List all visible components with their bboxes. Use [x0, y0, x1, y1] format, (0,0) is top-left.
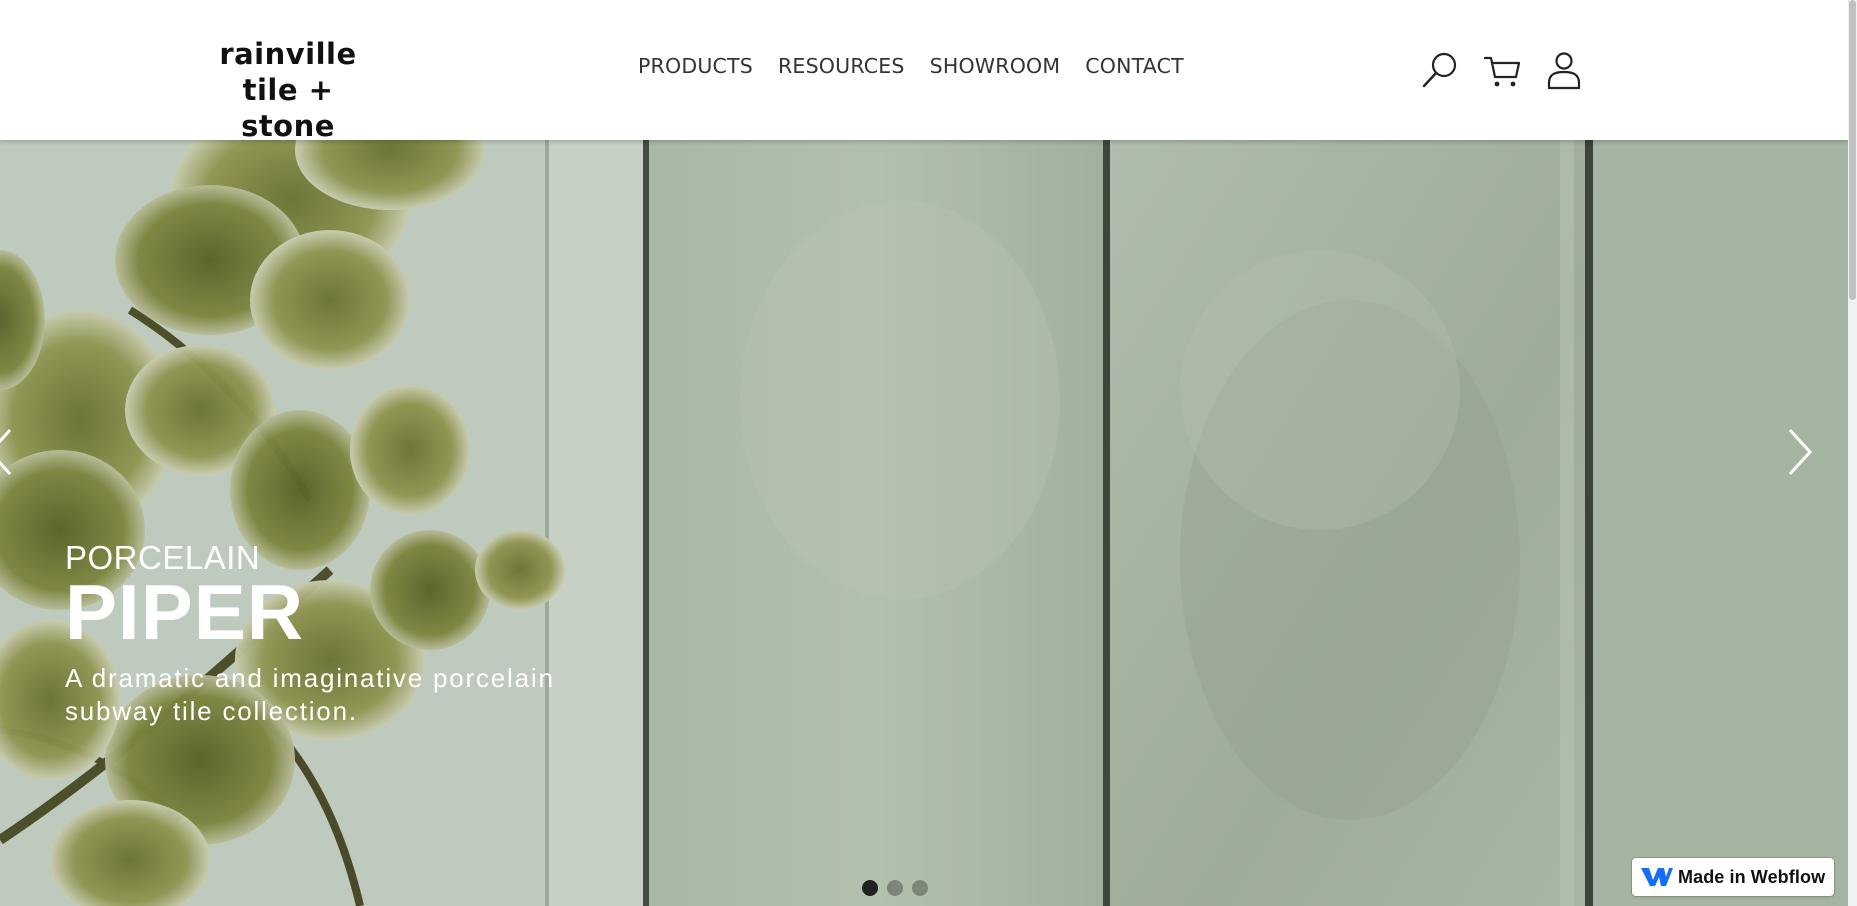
slider-prev-arrow[interactable]	[0, 422, 22, 482]
page-scrollbar[interactable]	[1848, 0, 1857, 906]
hero-caption: PORCELAIN PIPER A dramatic and imaginati…	[65, 540, 585, 728]
webflow-logo-icon	[1641, 868, 1673, 886]
hero-description: A dramatic and imaginative porcelain sub…	[65, 663, 555, 726]
hero-background-image	[0, 140, 1848, 906]
slider-dot-2[interactable]	[887, 880, 903, 896]
badge-label: Made in Webflow	[1678, 866, 1826, 887]
slider-dot-3[interactable]	[912, 880, 928, 896]
hero-slider: PORCELAIN PIPER A dramatic and imaginati…	[0, 140, 1848, 906]
nav-showroom[interactable]: SHOWROOM	[930, 54, 1061, 78]
account-icon[interactable]	[1544, 50, 1584, 90]
slider-next-arrow[interactable]	[1780, 422, 1820, 482]
slider-pagination	[862, 880, 928, 896]
hero-title: PIPER	[65, 568, 305, 656]
nav-contact[interactable]: CONTACT	[1085, 54, 1184, 78]
search-icon[interactable]	[1420, 50, 1460, 90]
slider-dot-1[interactable]	[862, 880, 878, 896]
logo-line-2: tile + stone	[241, 73, 335, 143]
main-nav: PRODUCTS RESOURCES SHOWROOM CONTACT	[638, 54, 1184, 78]
site-header: rainville tile + stone PRODUCTS RESOURCE…	[0, 0, 1848, 143]
site-logo[interactable]: rainville tile + stone	[198, 36, 378, 144]
header-actions	[1420, 50, 1584, 90]
made-in-webflow-badge[interactable]: Made in Webflow	[1632, 858, 1834, 896]
cart-icon[interactable]	[1482, 50, 1522, 90]
logo-line-1: rainville	[219, 37, 357, 71]
scrollbar-thumb[interactable]	[1849, 0, 1856, 300]
nav-products[interactable]: PRODUCTS	[638, 54, 753, 78]
nav-resources[interactable]: RESOURCES	[778, 54, 905, 78]
